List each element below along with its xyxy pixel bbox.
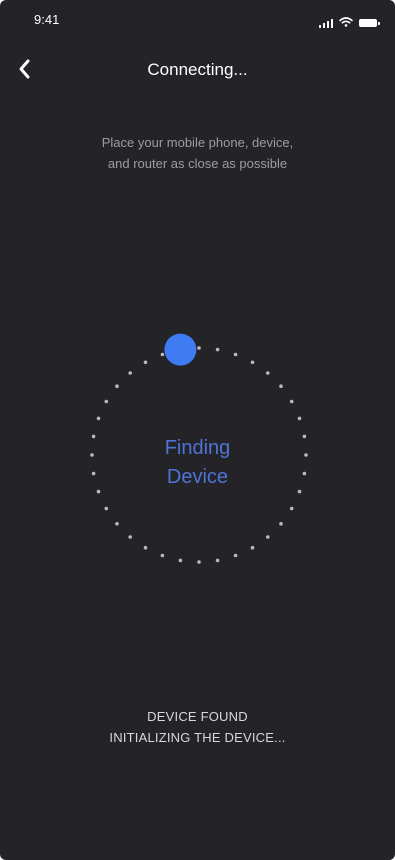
progress-dot <box>197 560 201 564</box>
progress-dot <box>250 360 255 365</box>
cellular-signal-icon <box>318 18 333 28</box>
progress-dot <box>215 558 220 563</box>
progress-dot <box>178 558 183 563</box>
status-icons <box>318 14 380 32</box>
instruction-line-1: Place your mobile phone, device, <box>101 135 294 150</box>
progress-dot <box>115 384 119 389</box>
finding-label-line-1: Finding <box>164 437 231 459</box>
progress-dot <box>266 535 270 539</box>
battery-icon <box>359 19 380 27</box>
progress-dot <box>279 522 283 526</box>
status-bar: 9:41 <box>0 0 395 44</box>
progress-dot <box>104 506 109 511</box>
progress-dot <box>233 553 238 558</box>
page-title: Connecting... <box>147 60 248 79</box>
progress-dot <box>143 545 148 550</box>
status-line-2: INITIALIZING THE DEVICE... <box>109 730 286 745</box>
status-time: 9:41 <box>34 12 60 27</box>
progress-dot <box>233 352 238 357</box>
progress-dot <box>297 416 302 421</box>
progress-dot <box>160 352 165 357</box>
connecting-screen: 9:41 Connecting... Place your mobile pho… <box>0 0 395 860</box>
placement-instruction: Place your mobile phone, device, and rou… <box>40 132 355 174</box>
progress-dot <box>160 553 165 558</box>
finding-label-line-2: Device <box>166 466 229 488</box>
progress-dot <box>104 399 109 404</box>
progress-dot <box>289 399 294 404</box>
progress-dot <box>128 371 132 375</box>
progress-dot <box>128 535 132 539</box>
status-line-1: DEVICE FOUND <box>147 709 248 724</box>
wifi-icon <box>339 14 353 32</box>
progress-dot <box>115 522 119 526</box>
navigation-bar: Connecting... <box>0 50 395 94</box>
progress-dot <box>289 506 294 511</box>
progress-dot <box>96 416 101 421</box>
instruction-line-2: and router as close as possible <box>107 156 288 171</box>
progress-indicator <box>164 333 197 366</box>
progress-dot <box>215 347 220 352</box>
finding-device-label: Finding Device <box>0 434 395 492</box>
progress-dot <box>250 545 255 550</box>
progress-dot <box>279 384 283 389</box>
connection-status-message: DEVICE FOUND INITIALIZING THE DEVICE... <box>0 706 395 748</box>
progress-dot <box>266 371 270 375</box>
progress-dot <box>197 346 201 350</box>
progress-dot <box>143 360 148 365</box>
